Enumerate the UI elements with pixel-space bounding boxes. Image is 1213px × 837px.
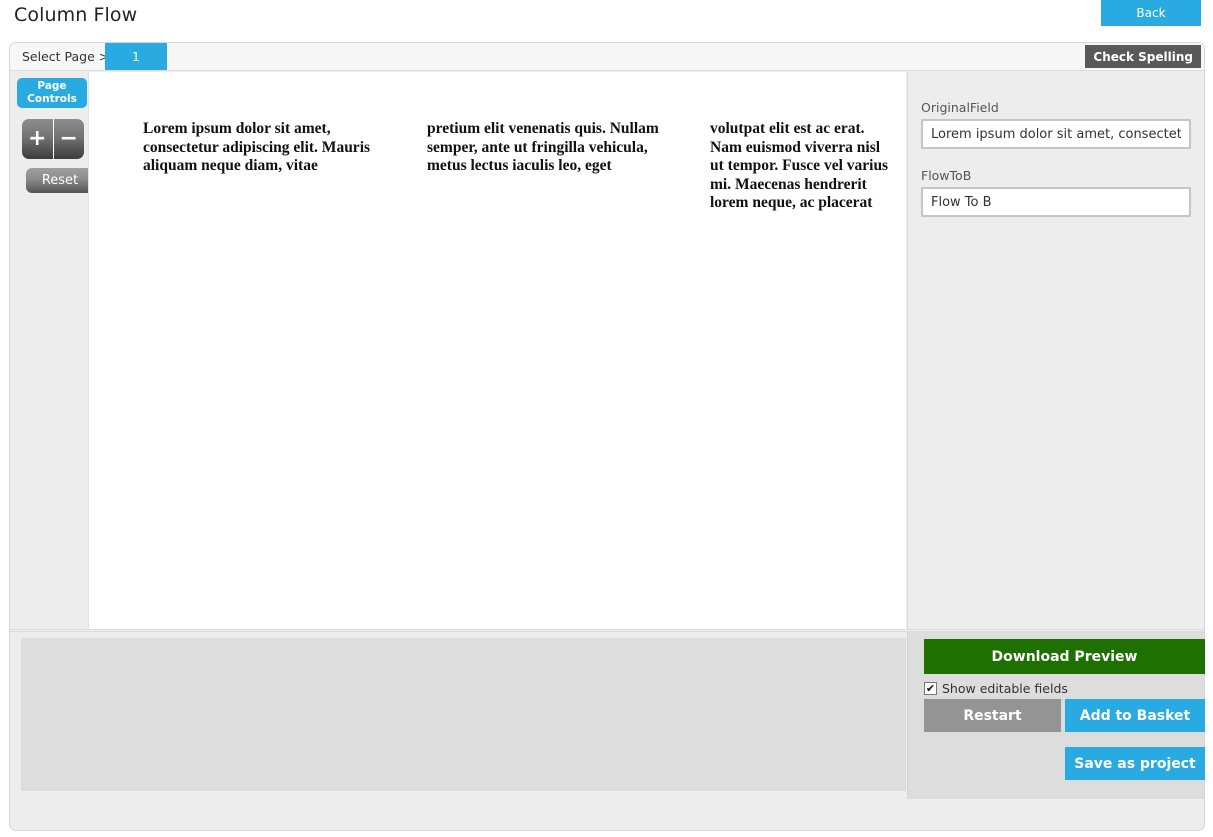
- original-field-label: OriginalField: [921, 100, 999, 115]
- zoom-button-group: + −: [22, 119, 84, 159]
- flowtob-field-label: FlowToB: [921, 168, 971, 183]
- original-field-input[interactable]: [921, 119, 1191, 149]
- fields-panel: OriginalField FlowToB: [907, 72, 1204, 629]
- select-page-label: Select Page >: [22, 49, 109, 64]
- actions-panel: Download Preview ✔ Show editable fields …: [907, 632, 1204, 799]
- reset-button[interactable]: Reset: [26, 168, 94, 193]
- page-title: Column Flow: [14, 2, 137, 28]
- page-controls-rail: Page Controls + − Reset: [12, 72, 90, 629]
- page-controls-label-line1: Page: [37, 80, 66, 92]
- flowtob-field-input[interactable]: [921, 187, 1191, 217]
- workspace: Page Controls + − Reset Lorem ipsum dolo…: [10, 72, 1204, 629]
- show-editable-fields-label: Show editable fields: [942, 681, 1068, 696]
- back-button[interactable]: Back: [1101, 0, 1201, 26]
- main-panel: Select Page > 1 Check Spelling Page Cont…: [9, 42, 1205, 831]
- add-to-basket-button[interactable]: Add to Basket: [1065, 699, 1205, 732]
- zoom-in-icon[interactable]: +: [22, 119, 54, 159]
- restart-button[interactable]: Restart: [924, 699, 1061, 732]
- page-select-bar: Select Page > 1 Check Spelling: [10, 43, 1204, 71]
- preview-thumbnail-area: [21, 638, 906, 791]
- page-tab-1[interactable]: 1: [105, 43, 167, 70]
- app-root: Column Flow Back Select Page > 1 Check S…: [0, 0, 1213, 837]
- show-editable-fields-row[interactable]: ✔ Show editable fields: [924, 681, 1068, 696]
- page-controls-label-line2: Controls: [27, 93, 77, 105]
- page-controls-button[interactable]: Page Controls: [17, 78, 87, 108]
- check-spelling-button[interactable]: Check Spelling: [1085, 45, 1201, 68]
- show-editable-fields-checkbox[interactable]: ✔: [924, 682, 937, 695]
- download-preview-button[interactable]: Download Preview: [924, 639, 1205, 674]
- document-column-1: Lorem ipsum dolor sit amet, consectetur …: [143, 120, 403, 176]
- document-column-3: volutpat elit est ac erat. Nam euismod v…: [710, 120, 890, 213]
- document-canvas[interactable]: Lorem ipsum dolor sit amet, consectetur …: [88, 72, 906, 629]
- document-column-2: pretium elit venenatis quis. Nullam semp…: [427, 120, 689, 176]
- save-as-project-button[interactable]: Save as project: [1065, 747, 1205, 780]
- zoom-out-icon[interactable]: −: [54, 119, 85, 159]
